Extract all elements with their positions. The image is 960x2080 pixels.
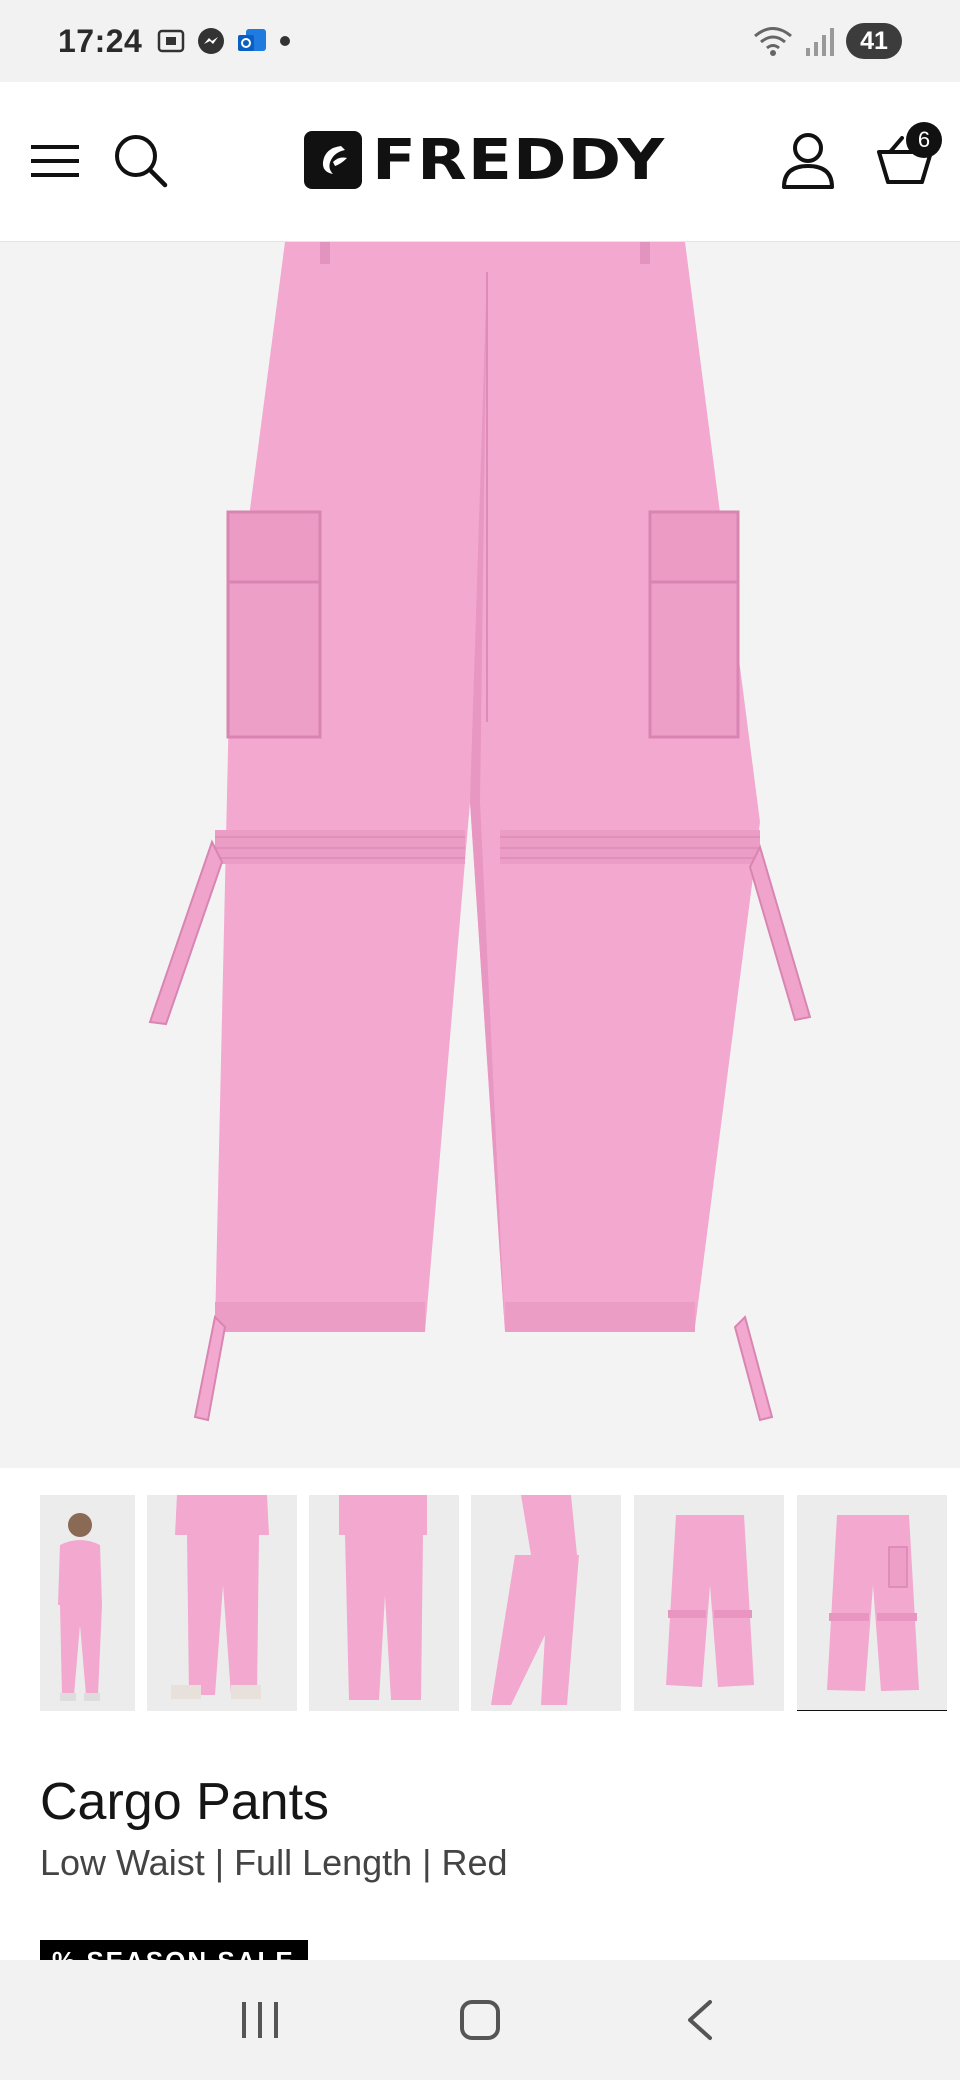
status-left: 17:24: [58, 23, 292, 60]
thumbnail-model-front-closeup[interactable]: [147, 1495, 297, 1711]
brand-name: FREDDY: [372, 127, 666, 193]
product-details: Low Waist | Full Length | Red: [40, 1842, 508, 1883]
search-icon: [115, 135, 168, 188]
home-button[interactable]: [440, 1980, 520, 2060]
pink-cargo-pants-image: [148, 242, 812, 1422]
thumbnail-strip: [0, 1495, 960, 1719]
site-header: FREDDY 6: [0, 82, 960, 242]
status-time: 17:24: [58, 22, 143, 59]
wifi-icon: [754, 27, 792, 56]
logo-mark-icon: [304, 131, 362, 189]
dot-icon: [280, 36, 291, 46]
screenshot-icon: [158, 29, 185, 53]
messenger-icon: [198, 28, 225, 54]
account-button[interactable]: [776, 128, 840, 192]
product-main-image[interactable]: [0, 242, 960, 1468]
home-icon: [460, 2000, 500, 2040]
menu-button[interactable]: [26, 132, 84, 190]
battery-indicator: 41: [846, 23, 902, 59]
status-right: 41: [752, 23, 902, 59]
status-bar: 17:24 41: [0, 0, 960, 82]
thumbnail-model-front-full[interactable]: [40, 1495, 135, 1711]
back-icon: [688, 2000, 712, 2040]
thumbnail-product-flat-front[interactable]: [797, 1495, 947, 1711]
thumbnail-product-flat-back[interactable]: [634, 1495, 784, 1711]
cart-count-badge: 6: [906, 122, 942, 158]
recents-icon: [242, 2002, 278, 2038]
signal-icon: [806, 28, 834, 56]
outlook-icon: [238, 29, 267, 51]
cart-button[interactable]: 6: [874, 122, 942, 192]
product-title: Cargo Pants: [40, 1773, 330, 1831]
notification-icons: [156, 26, 292, 56]
back-button[interactable]: [660, 1980, 740, 2060]
menu-icon: [31, 145, 79, 177]
system-nav-bar: [0, 1960, 960, 2080]
search-button[interactable]: [110, 130, 170, 190]
thumbnail-model-back[interactable]: [309, 1495, 459, 1711]
account-icon: [782, 133, 834, 189]
brand-logo[interactable]: FREDDY: [304, 128, 664, 193]
recents-button[interactable]: [220, 1980, 300, 2060]
thumbnail-model-side[interactable]: [471, 1495, 621, 1711]
